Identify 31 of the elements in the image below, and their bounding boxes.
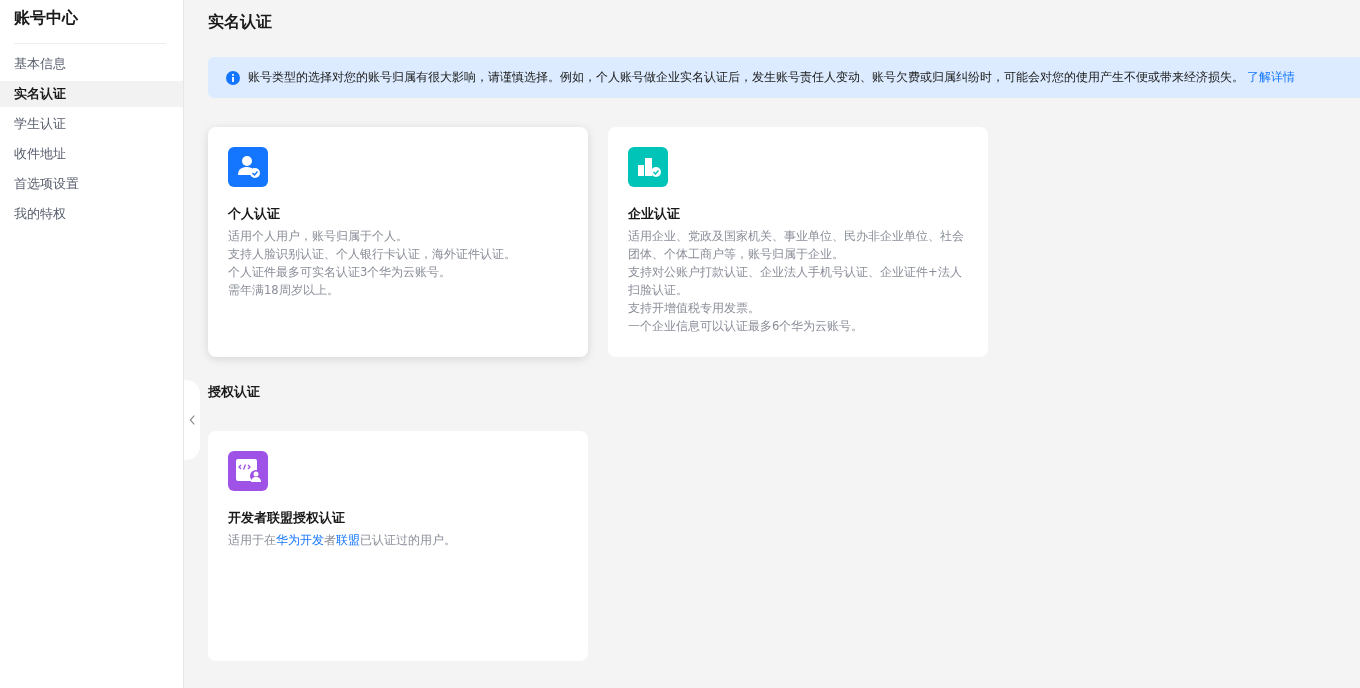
card-description: 个人证件最多可实名认证3个华为云账号。: [228, 264, 453, 281]
card-description: 支持对公账户打款认证、企业法人手机号认证、企业证件+法人扫脸认证。: [628, 264, 963, 299]
sidebar-item[interactable]: 收件地址: [0, 141, 183, 167]
card-title: 个人认证: [228, 205, 281, 223]
details-link[interactable]: 了解详情: [1247, 70, 1295, 84]
sidebar-item[interactable]: 实名认证: [0, 81, 183, 107]
card-description: 适用于在华为开发者联盟已认证过的用户。: [228, 532, 457, 549]
chevron-left-icon: [188, 414, 196, 426]
option-card[interactable]: 开发者联盟授权认证 适用于在华为开发者联盟已认证过的用户。: [208, 431, 588, 661]
sidebar-item[interactable]: 学生认证: [0, 111, 183, 137]
page-title: 实名认证: [208, 12, 273, 33]
card-description: 支持人脸识别认证、个人银行卡认证，海外证件认证。: [228, 246, 517, 263]
card-description: 支持开增值税专用发票。: [628, 300, 761, 317]
sidebar-item[interactable]: 我的特权: [0, 201, 183, 227]
option-card[interactable]: 个人认证 适用个人用户，账号归属于个人。 支持人脸识别认证、个人银行卡认证，海外证件认证。 个人证件最多可实名认证3个华为云账号。 需年满18周岁以上。: [208, 127, 588, 357]
collapse-handle[interactable]: [184, 380, 200, 460]
sidebar-item[interactable]: 基本信息: [0, 51, 183, 77]
notice-text: 账号类型的选择对您的账号归属有很大影响，请谨慎选择。例如，个人账号做企业实名认证后，发生账号责任人变动、账号欠费或归属纠纷时，可能会对您的使用产生不便或带来经济损失。 了解详情: [248, 70, 1295, 85]
sidebar-item[interactable]: 首选项设置: [0, 171, 183, 197]
card-description: 适用个人用户，账号归属于个人。: [228, 228, 409, 245]
alliance-link[interactable]: 联盟: [336, 533, 360, 547]
card-description: 一个企业信息可以认证最多6个华为云账号。: [628, 318, 865, 335]
card-title: 企业认证: [628, 205, 681, 223]
option-card[interactable]: 企业认证 适用企业、党政及国家机关、事业单位、民办非企业单位、社会团体、个体工商户等，账号归属于企业。 支持对公账户打款认证、企业法人手机号认证、企业证件+法人扫脸认证。 支持开增值税专用发票。 一个企业信息可以认证最多6个华为云账号。: [608, 127, 988, 357]
card-description: 需年满18周岁以上。: [228, 282, 340, 299]
sidebar-title: 账号中心: [13, 7, 79, 29]
section-title: 授权认证: [208, 383, 261, 401]
alliance-link[interactable]: 华为开发: [276, 533, 324, 547]
info-icon: [226, 70, 240, 85]
card-description: 适用企业、党政及国家机关、事业单位、民办非企业单位、社会团体、个体工商户等，账号归属于企业。: [628, 228, 965, 263]
card-title: 开发者联盟授权认证: [228, 509, 346, 527]
